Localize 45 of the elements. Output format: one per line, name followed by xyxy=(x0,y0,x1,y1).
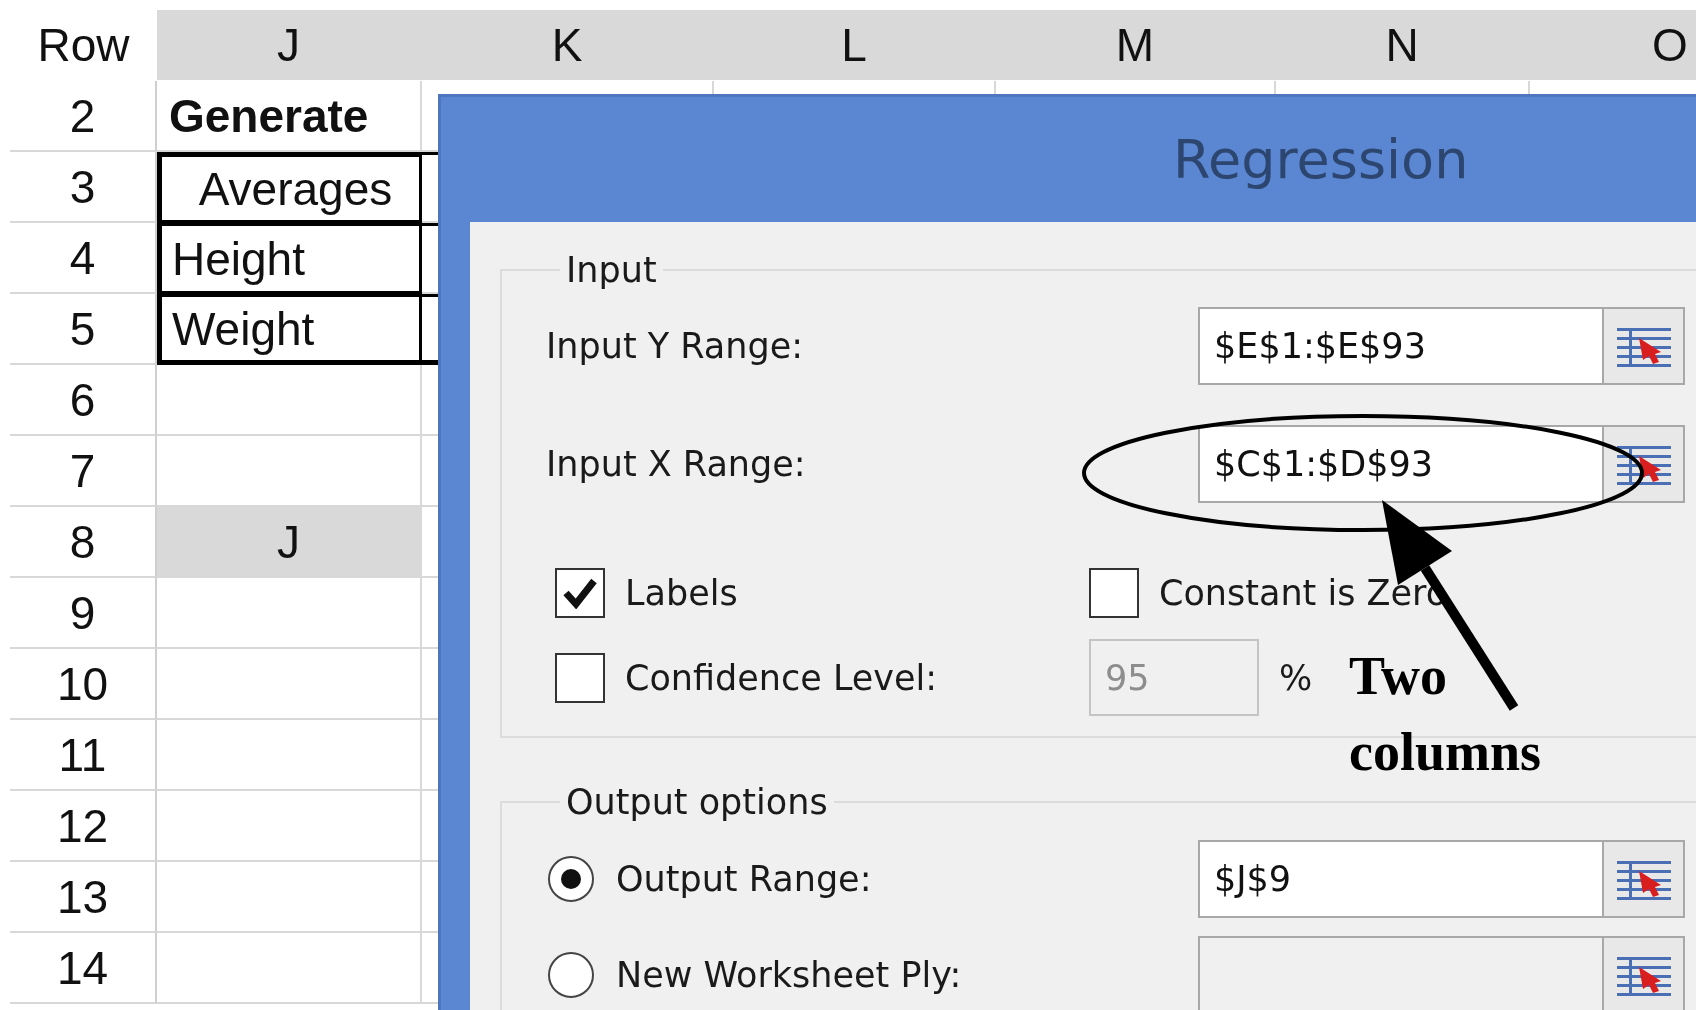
dialog-title: Regression xyxy=(1173,128,1469,191)
unit-label: % xyxy=(1279,657,1313,698)
field-label: Input X Range: xyxy=(546,444,807,484)
radio-button[interactable] xyxy=(548,856,594,902)
row-header[interactable]: 10 xyxy=(10,649,157,720)
checkmark-icon xyxy=(563,577,597,609)
row-header[interactable]: 3 xyxy=(10,152,157,223)
row-header[interactable]: 7 xyxy=(10,436,157,507)
radio-button[interactable] xyxy=(548,952,594,998)
checkbox[interactable] xyxy=(555,652,605,703)
row-header[interactable]: 4 xyxy=(10,223,157,294)
column-header[interactable]: O xyxy=(1530,10,1696,80)
range-field[interactable]: $E$1:$E$93 xyxy=(1198,307,1604,385)
table-cell: Height xyxy=(157,223,422,294)
group-label: Input xyxy=(565,250,658,290)
range-field[interactable]: $C$1:$D$93 xyxy=(1198,425,1604,503)
field-label: Input Y Range: xyxy=(546,326,804,366)
column-header[interactable]: L xyxy=(714,10,996,80)
group-label: Output options xyxy=(565,782,829,822)
radio-label: New Worksheet Ply: xyxy=(616,955,962,995)
row-header[interactable]: 9 xyxy=(10,578,157,649)
checkbox[interactable] xyxy=(1089,568,1139,618)
radio-label: Output Range: xyxy=(616,859,872,899)
column-header[interactable]: M xyxy=(996,10,1276,80)
checkbox[interactable] xyxy=(555,568,605,618)
checkbox-label: Confidence Level: xyxy=(625,657,938,698)
table-cell: Averages xyxy=(157,152,422,223)
range-field[interactable] xyxy=(1198,936,1604,1010)
table-cell: Generate xyxy=(157,81,422,152)
checkbox-label: Labels xyxy=(625,573,738,613)
table-cell: Weight xyxy=(157,294,422,365)
row-header[interactable]: 2 xyxy=(10,81,157,152)
row-header[interactable]: 5 xyxy=(10,294,157,365)
table-cell: J xyxy=(157,507,422,578)
row-header[interactable]: 11 xyxy=(10,720,157,791)
callout-text: Two columns xyxy=(1349,645,1543,784)
range-field[interactable]: $J$9 xyxy=(1198,840,1604,918)
range-button[interactable] xyxy=(1604,425,1685,503)
column-header[interactable]: K xyxy=(422,10,714,80)
row-header[interactable]: 12 xyxy=(10,791,157,862)
row-header[interactable]: 6 xyxy=(10,365,157,436)
column-header[interactable]: N xyxy=(1276,10,1530,80)
column-header[interactable]: J xyxy=(157,10,422,80)
row-header[interactable]: 13 xyxy=(10,862,157,933)
row-header[interactable]: 14 xyxy=(10,933,157,1004)
